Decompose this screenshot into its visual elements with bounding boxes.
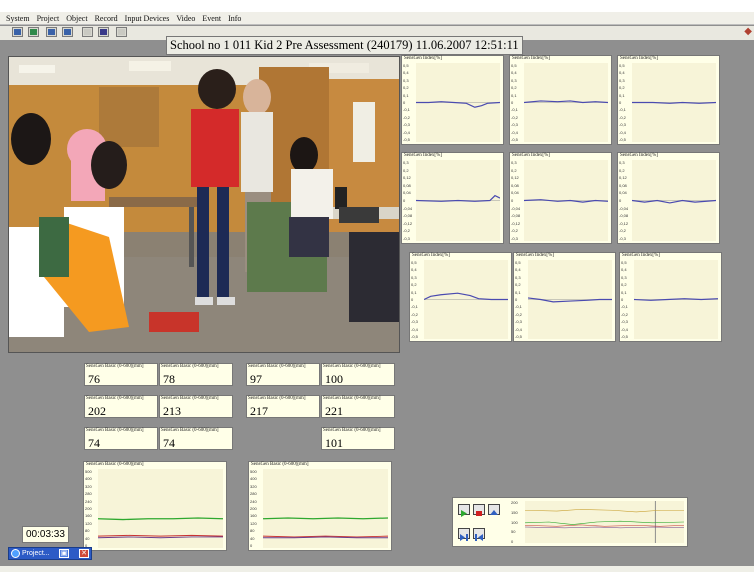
sensor-value-8: SensGen Basic (0-600)[mm] 221	[321, 395, 395, 418]
y-ticks: 0,5 0,4 0,3 0,2 0,1 0 -0,1 -0,2 -0,3 -0,4 -0,5	[619, 63, 626, 142]
y-ticks: 0,3 0,2 0,12 0,08 0,04 0 -0,04 -0,08 -0,12 -0,2 -0…	[511, 160, 521, 241]
y-ticks: 200 150 100 50 0	[511, 500, 518, 544]
sensor-value-1: SensGen Basic (0-600)[mm] 76	[84, 363, 158, 386]
save-icon[interactable]	[28, 27, 39, 37]
index-chart-5: SensGen Index[%] 0,3 0,2 0,12 0,08 0,04 0 -0,0…	[509, 152, 612, 244]
y-ticks: 0,3 0,2 0,12 0,08 0,04 0 -0,04 -0,08 -0,12 -0,2 -0…	[403, 160, 413, 241]
sensor-value-4: SensGen Basic (0-600)[mm] 100	[321, 363, 395, 386]
y-ticks: 500 400 320 280 240 200 160 120 80 40 0	[250, 469, 257, 548]
skip-back-button[interactable]	[473, 528, 485, 541]
y-ticks: 500 400 320 280 240 200 160 120 80 40 0	[85, 469, 92, 548]
playback-panel: 200 150 100 50 0	[452, 497, 688, 547]
disabled-icon[interactable]	[82, 27, 93, 37]
index-chart-8: SensGen Index[%] 0,5 0,4 0,3 0,2 0,1 0 -0,1 -0,…	[513, 252, 616, 342]
session-title: School no 1 011 Kid 2 Pre Assessment (24…	[166, 36, 523, 55]
monitor-icon[interactable]	[62, 27, 73, 37]
sensor-value-7: SensGen Basic (0-600)[mm] 217	[246, 395, 320, 418]
index-chart-7: SensGen Index[%] 0,5 0,4 0,3 0,2 0,1 0 -0,1 -0,…	[409, 252, 512, 342]
overview-chart[interactable]	[525, 501, 684, 543]
menu-bar: System Project Object Record Input Devic…	[0, 12, 754, 25]
index-chart-1: SensGen Index[%] 0,5 0,4 0,3 0,2 0,1 0 -0,1 -0,…	[401, 55, 504, 145]
y-ticks: 0,5 0,4 0,3 0,2 0,1 0 -0,1 -0,2 -0,3 -0,4 -0,5	[411, 260, 418, 339]
sensor-value-2: SensGen Basic (0-600)[mm] 78	[159, 363, 233, 386]
sensor-value-5: SensGen Basic (0-600)[mm] 202	[84, 395, 158, 418]
y-ticks: 0,3 0,2 0,12 0,08 0,04 0 -0,04 -0,08 -0,12 -0,2 -0…	[619, 160, 629, 241]
watermark-logo	[736, 300, 750, 550]
menu-record[interactable]: Record	[95, 14, 118, 23]
pencil-icon[interactable]	[98, 27, 109, 37]
sensor-value-11: SensGen Basic (0-600)[mm] 101	[321, 427, 395, 450]
video-frame	[8, 56, 400, 353]
taskbar-project-button[interactable]: Project... ▣ ✕	[8, 547, 92, 560]
open-icon[interactable]	[12, 27, 23, 37]
close-button[interactable]: ✕	[79, 549, 89, 558]
index-chart-3: SensGen Index[%] 0,5 0,4 0,3 0,2 0,1 0 -0,1 -0,…	[617, 55, 720, 145]
project-icon	[11, 549, 20, 558]
classroom-video-image	[9, 57, 399, 352]
list-icon[interactable]	[46, 27, 57, 37]
menu-input-devices[interactable]: Input Devices	[125, 14, 170, 23]
taskbar-label: Project...	[22, 550, 50, 557]
close-icon[interactable]: ◆	[744, 26, 752, 37]
bottom-status-strip	[0, 566, 754, 572]
top-strip	[0, 0, 754, 12]
play-button[interactable]	[458, 504, 470, 517]
eject-button[interactable]	[488, 504, 500, 515]
y-ticks: 0,5 0,4 0,3 0,2 0,1 0 -0,1 -0,2 -0,3 -0,4 -0,5	[515, 260, 522, 339]
index-chart-4: SensGen Index[%] 0,3 0,2 0,12 0,08 0,04 0 -0,0…	[401, 152, 504, 244]
basic-chart-right: SensGen Basic (0-600)[mm] 500 400 320 280 24…	[248, 461, 392, 551]
index-chart-6: SensGen Index[%] 0,3 0,2 0,12 0,08 0,04 0 -0,0…	[617, 152, 720, 244]
restore-button[interactable]: ▣	[59, 549, 69, 558]
menu-event[interactable]: Event	[202, 14, 221, 23]
menu-project[interactable]: Project	[37, 14, 60, 23]
index-chart-9: SensGen Index[%] 0,5 0,4 0,3 0,2 0,1 0 -0,1 -0,…	[619, 252, 722, 342]
sensor-value-6: SensGen Basic (0-600)[mm] 213	[159, 395, 233, 418]
menu-system[interactable]: System	[6, 14, 30, 23]
y-ticks: 0,5 0,4 0,3 0,2 0,1 0 -0,1 -0,2 -0,3 -0,4 -0,5	[621, 260, 628, 339]
index-chart-2: SensGen Index[%] 0,5 0,4 0,3 0,2 0,1 0 -0,1 -0,…	[509, 55, 612, 145]
sensor-value-10: SensGen Basic (0-600)[mm] 74	[159, 427, 233, 450]
stop-button[interactable]	[473, 504, 485, 516]
playback-timer: 00:03:33	[22, 526, 69, 543]
basic-chart-left: SensGen Basic (0-600)[mm] 500 400 320 280 24…	[83, 461, 227, 551]
skip-forward-button[interactable]	[458, 528, 470, 541]
y-ticks: 0,5 0,4 0,3 0,2 0,1 0 -0,1 -0,2 -0,3 -0,4 -0,5	[403, 63, 410, 142]
sensor-value-3: SensGen Basic (0-600)[mm] 97	[246, 363, 320, 386]
menu-object[interactable]: Object	[66, 14, 87, 23]
menu-video[interactable]: Video	[176, 14, 195, 23]
y-ticks: 0,5 0,4 0,3 0,2 0,1 0 -0,1 -0,2 -0,3 -0,4 -0,5	[511, 63, 518, 142]
menu-info[interactable]: Info	[228, 14, 241, 23]
sensor-value-9: SensGen Basic (0-600)[mm] 74	[84, 427, 158, 450]
disabled2-icon[interactable]	[116, 27, 127, 37]
